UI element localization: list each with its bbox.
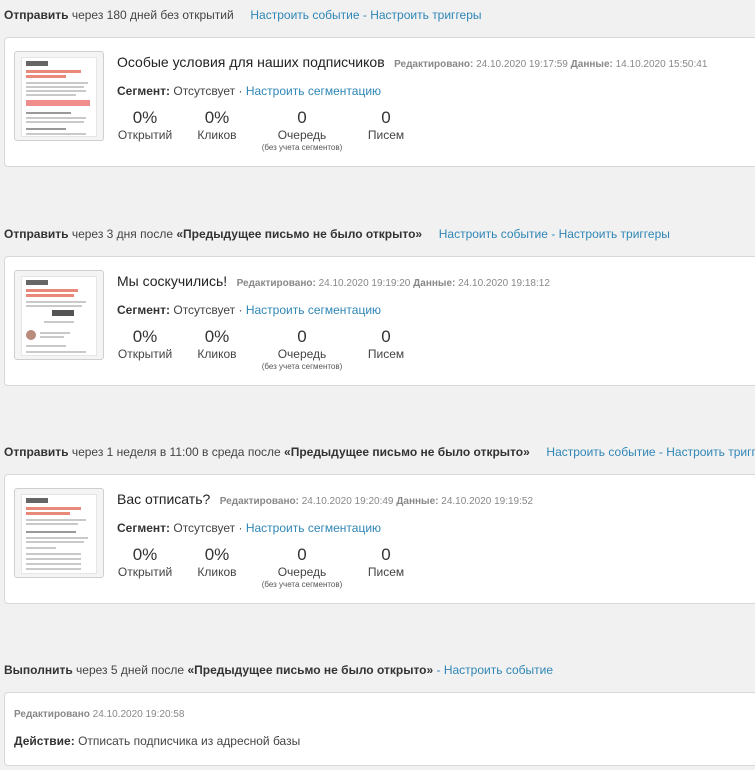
segment-label: Сегмент: bbox=[117, 521, 171, 535]
rule-action: Отправить bbox=[4, 445, 69, 459]
action-row: Действие: Отписать подписчика из адресно… bbox=[14, 734, 300, 748]
rule-trigger: «Предыдущее письмо не было открыто» bbox=[187, 663, 434, 677]
action-value: Отписать подписчика из адресной базы bbox=[78, 734, 301, 748]
email-preview-thumbnail[interactable] bbox=[14, 51, 104, 141]
email-card-2: Мы соскучились! Редактировано: 24.10.202… bbox=[4, 256, 755, 386]
segment-value: Отсутсвует · bbox=[173, 521, 243, 535]
email-title[interactable]: Мы соскучились! bbox=[117, 273, 227, 289]
email-meta: Редактировано: 24.10.2020 19:20:49 Данны… bbox=[219, 496, 534, 507]
rule-action: Выполнить bbox=[4, 663, 73, 677]
stat-clicks: 0% Кликов bbox=[197, 545, 237, 579]
segment-row: Сегмент: Отсутсвует · Настроить сегмента… bbox=[117, 84, 381, 98]
segment-value: Отсутсвует · bbox=[173, 303, 243, 317]
stat-opens: 0% Открытий bbox=[117, 545, 173, 579]
link-separator: - bbox=[433, 663, 444, 677]
rule-trigger: «Предыдущее письмо не было открыто» bbox=[176, 227, 423, 241]
email-meta: Редактировано: 24.10.2020 19:19:20 Данны… bbox=[236, 278, 550, 289]
stat-letters: 0 Писем bbox=[367, 108, 405, 142]
action-edited: Редактировано 24.10.2020 19:20:58 bbox=[14, 709, 185, 720]
configure-triggers-link[interactable]: Настроить триггеры bbox=[666, 445, 755, 459]
email-card-3: Вас отписать? Редактировано: 24.10.2020 … bbox=[4, 474, 755, 604]
email-title[interactable]: Особые условия для наших подписчиков bbox=[117, 54, 385, 70]
action-label: Действие: bbox=[14, 734, 75, 748]
configure-segmentation-link[interactable]: Настроить сегментацию bbox=[246, 84, 381, 98]
stat-opens: 0% Открытий bbox=[117, 327, 173, 361]
stat-letters: 0 Писем bbox=[367, 327, 405, 361]
configure-segmentation-link[interactable]: Настроить сегментацию bbox=[246, 521, 381, 535]
configure-event-link[interactable]: Настроить событие bbox=[444, 663, 553, 677]
link-separator: - bbox=[655, 445, 667, 459]
email-meta: Редактировано: 24.10.2020 19:17:59 Данны… bbox=[394, 59, 708, 70]
stat-clicks: 0% Кликов bbox=[197, 108, 237, 142]
configure-event-link[interactable]: Настроить событие bbox=[546, 445, 655, 459]
action-card: Редактировано 24.10.2020 19:20:58 Действ… bbox=[4, 692, 755, 766]
rule-condition: через 1 неделя в 11:00 в среда после bbox=[71, 445, 281, 459]
segment-value: Отсутсвует · bbox=[173, 84, 243, 98]
stat-clicks: 0% Кликов bbox=[197, 327, 237, 361]
stat-queue: 0 Очередь (без учета сегментов) bbox=[261, 108, 343, 152]
rule-trigger: «Предыдущее письмо не было открыто» bbox=[284, 445, 530, 459]
email-card-1: Особые условия для наших подписчиков Ред… bbox=[4, 37, 755, 167]
stat-queue: 0 Очередь (без учета сегментов) bbox=[261, 327, 343, 371]
email-title[interactable]: Вас отписать? bbox=[117, 491, 210, 507]
email-preview-thumbnail[interactable] bbox=[14, 270, 104, 360]
configure-event-link[interactable]: Настроить событие bbox=[439, 227, 548, 241]
segment-label: Сегмент: bbox=[117, 84, 171, 98]
stat-queue: 0 Очередь (без учета сегментов) bbox=[261, 545, 343, 589]
rule-condition: через 180 дней без открытий bbox=[71, 8, 234, 22]
segment-row: Сегмент: Отсутсвует · Настроить сегмента… bbox=[117, 303, 381, 317]
rule-condition: через 3 дня после bbox=[71, 227, 173, 241]
rule-condition: через 5 дней после bbox=[76, 663, 185, 677]
stat-opens: 0% Открытий bbox=[117, 108, 173, 142]
email-preview-thumbnail[interactable] bbox=[14, 488, 104, 578]
configure-segmentation-link[interactable]: Настроить сегментацию bbox=[246, 303, 381, 317]
link-separator: - bbox=[359, 8, 371, 22]
rule-line-2: Отправить через 3 дня после «Предыдущее … bbox=[4, 226, 670, 242]
rule-line-4: Выполнить через 5 дней после «Предыдущее… bbox=[4, 662, 553, 678]
configure-event-link[interactable]: Настроить событие bbox=[250, 8, 359, 22]
configure-triggers-link[interactable]: Настроить триггеры bbox=[559, 227, 670, 241]
email-header: Мы соскучились! Редактировано: 24.10.202… bbox=[117, 273, 550, 291]
rule-action: Отправить bbox=[4, 227, 69, 241]
configure-triggers-link[interactable]: Настроить триггеры bbox=[370, 8, 481, 22]
rule-line-3: Отправить через 1 неделя в 11:00 в среда… bbox=[4, 444, 755, 460]
rule-line-1: Отправить через 180 дней без открытий На… bbox=[4, 7, 482, 23]
segment-row: Сегмент: Отсутсвует · Настроить сегмента… bbox=[117, 521, 381, 535]
email-header: Вас отписать? Редактировано: 24.10.2020 … bbox=[117, 491, 533, 509]
rule-action: Отправить bbox=[4, 8, 69, 22]
stat-letters: 0 Писем bbox=[367, 545, 405, 579]
link-separator: - bbox=[547, 227, 559, 241]
email-header: Особые условия для наших подписчиков Ред… bbox=[117, 54, 707, 72]
segment-label: Сегмент: bbox=[117, 303, 171, 317]
